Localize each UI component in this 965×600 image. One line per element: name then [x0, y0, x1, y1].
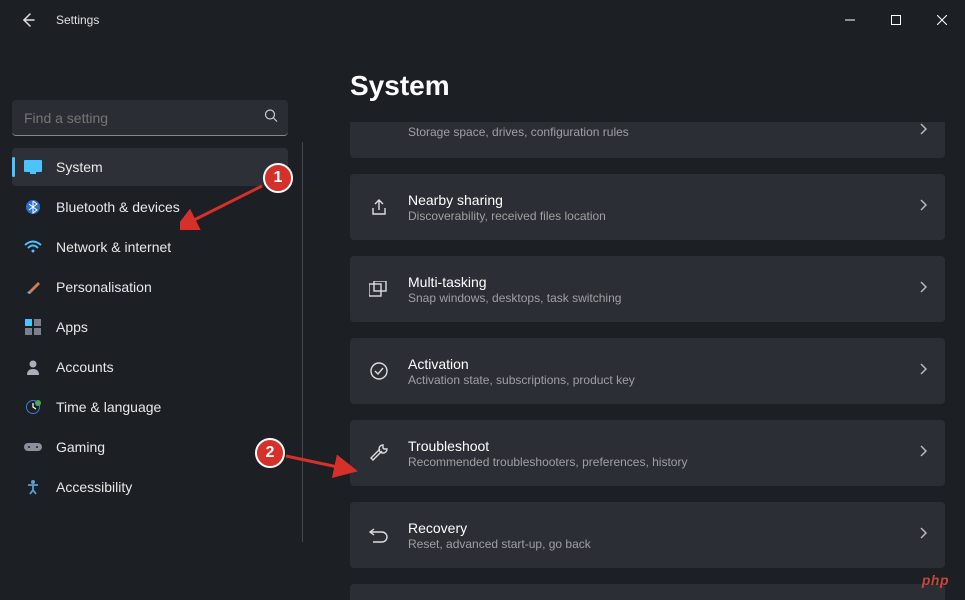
- card-text: Storage space, drives, configuration rul…: [408, 122, 901, 139]
- search-input[interactable]: [12, 100, 288, 136]
- sidebar-item-personalisation[interactable]: Personalisation: [12, 268, 288, 306]
- card-title: Troubleshoot: [408, 438, 901, 454]
- wrench-icon: [368, 442, 390, 464]
- card-text: Multi-tasking Snap windows, desktops, ta…: [408, 274, 901, 305]
- card-subtitle: Snap windows, desktops, task switching: [408, 291, 901, 305]
- annotation-badge-2: 2: [255, 438, 285, 468]
- card-storage[interactable]: Storage space, drives, configuration rul…: [350, 122, 945, 158]
- clock-icon: [24, 398, 42, 416]
- maximize-button[interactable]: [873, 4, 919, 36]
- content-area: System Storage space, drives, configurat…: [300, 40, 965, 600]
- card-subtitle: Discoverability, received files location: [408, 209, 901, 223]
- sidebar-item-label: Gaming: [56, 439, 105, 455]
- sidebar-item-label: Accounts: [56, 359, 114, 375]
- accessibility-icon: [24, 478, 42, 496]
- app-title: Settings: [56, 13, 99, 27]
- sidebar-item-accessibility[interactable]: Accessibility: [12, 468, 288, 506]
- chevron-right-icon: [919, 122, 927, 140]
- card-troubleshoot[interactable]: Troubleshoot Recommended troubleshooters…: [350, 420, 945, 486]
- sidebar-item-label: System: [56, 159, 103, 175]
- main-layout: System Bluetooth & devices Network & int…: [0, 40, 965, 600]
- display-icon: [24, 158, 42, 176]
- sidebar-item-label: Network & internet: [56, 239, 171, 255]
- card-text: Recovery Reset, advanced start-up, go ba…: [408, 520, 901, 551]
- card-recovery[interactable]: Recovery Reset, advanced start-up, go ba…: [350, 502, 945, 568]
- check-circle-icon: [368, 360, 390, 382]
- title-bar: Settings: [0, 0, 965, 40]
- chevron-right-icon: [919, 198, 927, 216]
- watermark: php: [922, 572, 949, 588]
- share-icon: [368, 196, 390, 218]
- chevron-right-icon: [919, 362, 927, 380]
- sidebar-item-label: Time & language: [56, 399, 161, 415]
- card-subtitle: Storage space, drives, configuration rul…: [408, 125, 901, 139]
- maximize-icon: [891, 15, 901, 25]
- sidebar-item-label: Accessibility: [56, 479, 132, 495]
- close-icon: [937, 15, 947, 25]
- sidebar: System Bluetooth & devices Network & int…: [0, 40, 300, 600]
- chevron-right-icon: [919, 526, 927, 544]
- chevron-right-icon: [919, 444, 927, 462]
- sidebar-item-label: Bluetooth & devices: [56, 199, 180, 215]
- minimize-button[interactable]: [827, 4, 873, 36]
- card-subtitle: Reset, advanced start-up, go back: [408, 537, 901, 551]
- card-title: Recovery: [408, 520, 901, 536]
- card-text: Troubleshoot Recommended troubleshooters…: [408, 438, 901, 469]
- sidebar-item-label: Apps: [56, 319, 88, 335]
- card-title: Multi-tasking: [408, 274, 901, 290]
- card-activation[interactable]: Activation Activation state, subscriptio…: [350, 338, 945, 404]
- annotation-arrow-1: [180, 180, 270, 230]
- back-button[interactable]: [16, 8, 40, 32]
- bluetooth-icon: [24, 198, 42, 216]
- minimize-icon: [845, 15, 855, 25]
- sidebar-item-accounts[interactable]: Accounts: [12, 348, 288, 386]
- card-subtitle: Recommended troubleshooters, preferences…: [408, 455, 901, 469]
- window-controls: [827, 4, 965, 36]
- card-list: Storage space, drives, configuration rul…: [350, 122, 945, 600]
- wifi-icon: [24, 238, 42, 256]
- search-wrapper: [12, 100, 288, 136]
- close-button[interactable]: [919, 4, 965, 36]
- sidebar-item-network[interactable]: Network & internet: [12, 228, 288, 266]
- annotation-arrow-2: [284, 450, 364, 480]
- sidebar-item-apps[interactable]: Apps: [12, 308, 288, 346]
- sidebar-item-label: Personalisation: [56, 279, 152, 295]
- person-icon: [24, 358, 42, 376]
- recovery-icon: [368, 524, 390, 546]
- chevron-right-icon: [919, 280, 927, 298]
- multitask-icon: [368, 278, 390, 300]
- storage-icon: [368, 122, 390, 144]
- card-title: Nearby sharing: [408, 192, 901, 208]
- scroll-divider: [302, 142, 303, 542]
- search-icon: [264, 109, 278, 128]
- card-text: Activation Activation state, subscriptio…: [408, 356, 901, 387]
- card-subtitle: Activation state, subscriptions, product…: [408, 373, 901, 387]
- apps-icon: [24, 318, 42, 336]
- brush-icon: [24, 278, 42, 296]
- sidebar-item-time-language[interactable]: Time & language: [12, 388, 288, 426]
- back-arrow-icon: [20, 12, 36, 28]
- card-text: Nearby sharing Discoverability, received…: [408, 192, 901, 223]
- card-title: Activation: [408, 356, 901, 372]
- gamepad-icon: [24, 438, 42, 456]
- page-title: System: [350, 70, 945, 102]
- card-nearby-sharing[interactable]: Nearby sharing Discoverability, received…: [350, 174, 945, 240]
- annotation-badge-1: 1: [263, 163, 293, 193]
- card-projecting[interactable]: Projecting to this PC Permissions, pairi…: [350, 584, 945, 600]
- card-multi-tasking[interactable]: Multi-tasking Snap windows, desktops, ta…: [350, 256, 945, 322]
- title-bar-left: Settings: [16, 8, 99, 32]
- sidebar-item-gaming[interactable]: Gaming: [12, 428, 288, 466]
